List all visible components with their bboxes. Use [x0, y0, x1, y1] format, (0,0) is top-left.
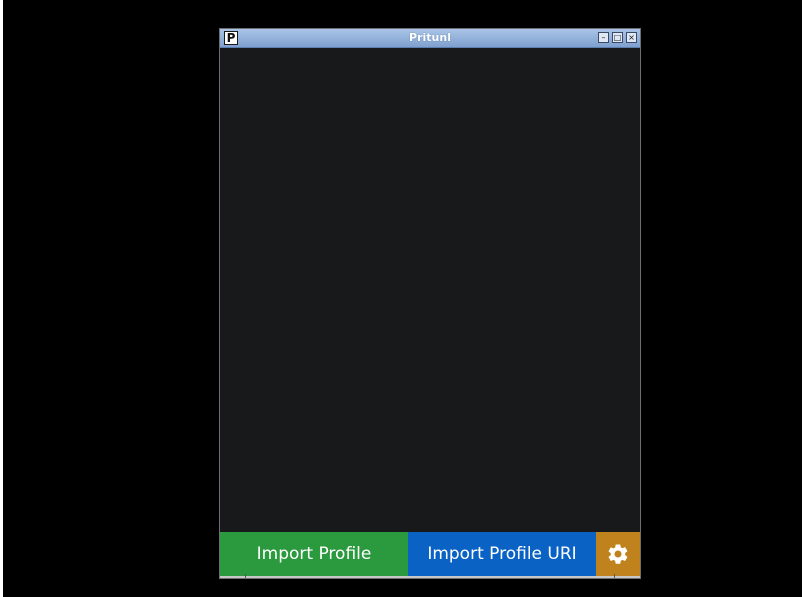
desktop: P Pritunl – □ × Import Profile Import Pr… [0, 0, 802, 597]
desktop-edge [0, 0, 3, 597]
profiles-area [220, 48, 640, 532]
import-profile-uri-label: Import Profile URI [427, 544, 577, 564]
maximize-icon: □ [613, 32, 622, 42]
settings-button[interactable] [596, 532, 640, 576]
window-controls: – □ × [598, 32, 637, 43]
window-status-strip [220, 576, 640, 578]
close-icon: × [628, 32, 635, 42]
import-profile-label: Import Profile [256, 544, 372, 564]
minimize-icon: – [601, 32, 606, 42]
close-button[interactable]: × [626, 32, 637, 43]
bottom-toolbar: Import Profile Import Profile URI [220, 532, 640, 576]
import-profile-button[interactable]: Import Profile [220, 532, 408, 576]
pritunl-window: P Pritunl – □ × Import Profile Import Pr… [219, 28, 641, 579]
gear-icon [608, 544, 628, 564]
resize-grip-left[interactable] [245, 574, 246, 578]
import-profile-uri-button[interactable]: Import Profile URI [408, 532, 596, 576]
window-title: Pritunl [409, 31, 451, 44]
title-bar[interactable]: P Pritunl – □ × [220, 29, 640, 48]
resize-grip-right[interactable] [614, 574, 615, 578]
maximize-button[interactable]: □ [612, 32, 623, 43]
minimize-button[interactable]: – [598, 32, 609, 43]
